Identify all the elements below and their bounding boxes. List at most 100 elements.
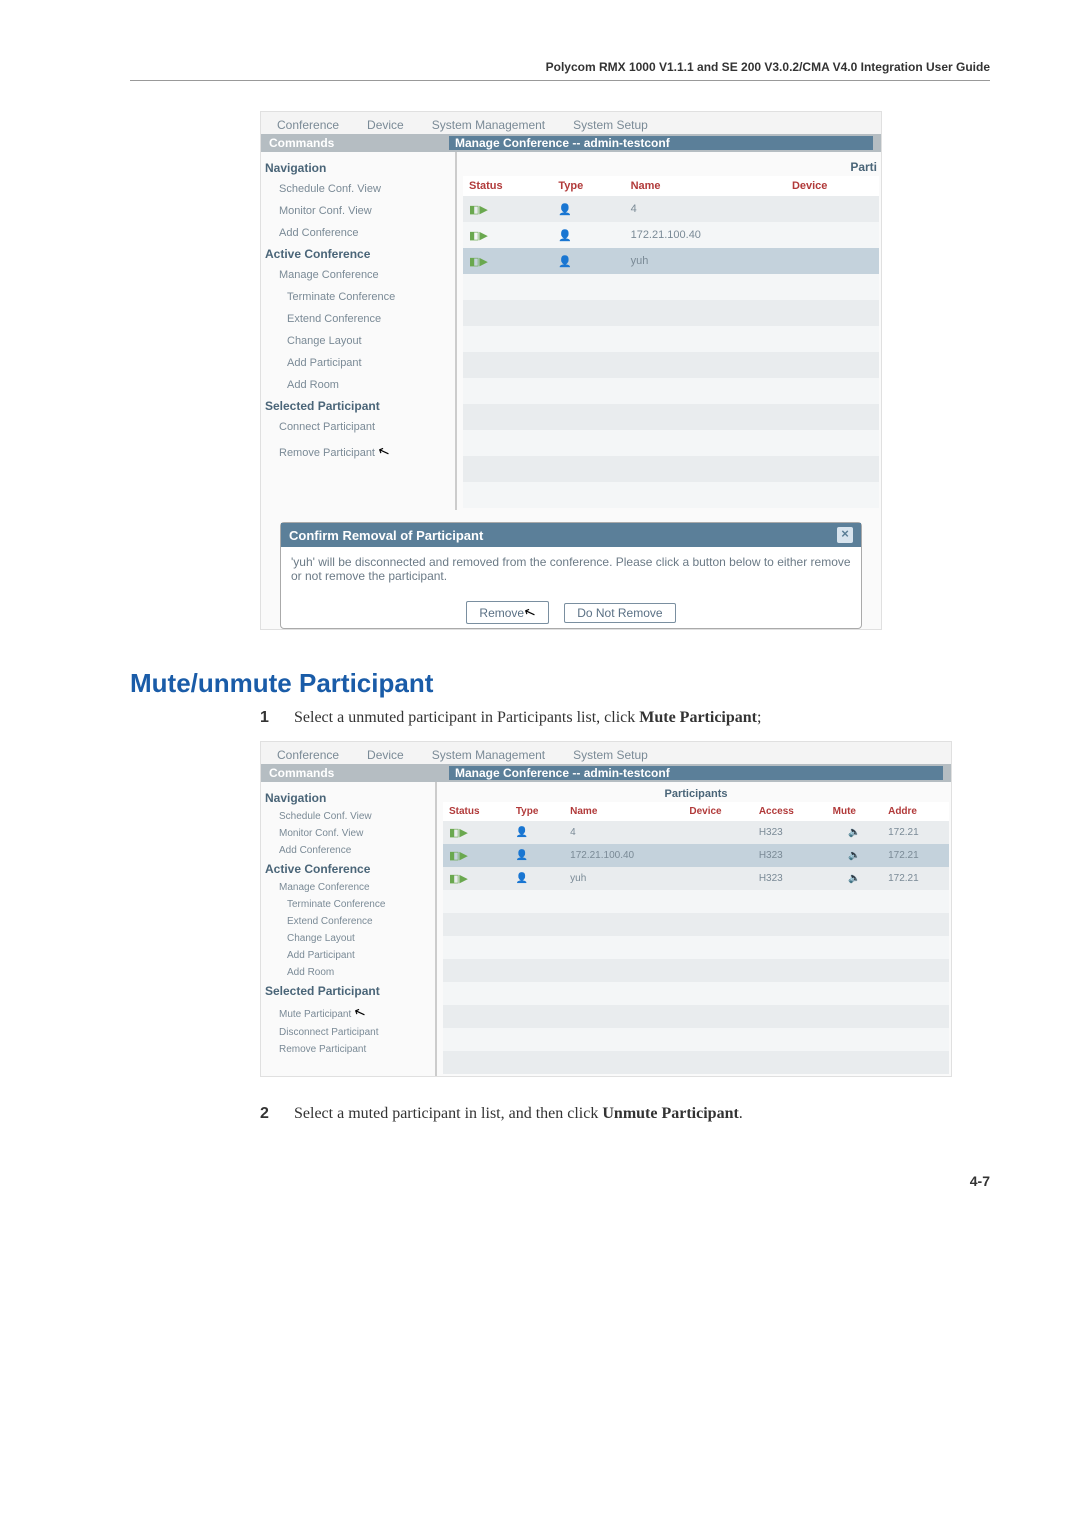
type-icon: 👤: [516, 827, 528, 838]
sidebar-item-monitor[interactable]: Monitor Conf. View: [261, 200, 451, 222]
participants-heading-trunc: Parti: [463, 158, 879, 176]
table-row[interactable]: ◧▶ 👤 yuh: [463, 248, 879, 274]
cell-addr: 172.21: [882, 867, 949, 890]
col-address[interactable]: Addre: [882, 802, 949, 821]
cell-access: H323: [753, 867, 827, 890]
sidebar-item-remove-participant[interactable]: Remove Participant ↖: [261, 438, 451, 465]
sidebar-item-add-participant[interactable]: Add Participant: [261, 947, 431, 964]
cursor-icon: ↖: [376, 442, 393, 462]
page-header: Polycom RMX 1000 V1.1.1 and SE 200 V3.0.…: [130, 60, 990, 81]
col-access[interactable]: Access: [753, 802, 827, 821]
close-icon[interactable]: ×: [837, 527, 853, 543]
type-icon: 👤: [516, 873, 528, 884]
sidebar-item-add-room[interactable]: Add Room: [261, 374, 451, 396]
sidebar-item-manage-conference[interactable]: Manage Conference: [261, 879, 431, 896]
section-title: Mute/unmute Participant: [130, 668, 990, 699]
status-icon: ◧▶: [449, 826, 468, 839]
cell-name: 4: [625, 196, 786, 222]
type-icon: 👤: [558, 256, 572, 268]
step-bold: Mute Participant: [639, 709, 757, 726]
participants-table: Status Type Name Device ◧▶ 👤 4 ◧▶ 👤: [463, 176, 879, 508]
screenshot-2: Conference Device System Management Syst…: [260, 741, 952, 1077]
step-text-post: .: [739, 1105, 743, 1122]
cell-addr: 172.21: [882, 844, 949, 867]
commands-label: Commands: [269, 766, 449, 780]
type-icon: 👤: [558, 230, 572, 242]
tab-conference[interactable]: Conference: [271, 116, 345, 134]
sidebar-item-monitor[interactable]: Monitor Conf. View: [261, 825, 431, 842]
step-text: Select a muted participant in list, and …: [294, 1105, 602, 1122]
sidebar-item-terminate[interactable]: Terminate Conference: [261, 286, 451, 308]
sidebar-section-active-conference: Active Conference: [261, 859, 431, 879]
participants-heading: Participants: [443, 788, 949, 802]
step-2: 2 Select a muted participant in list, an…: [260, 1105, 990, 1123]
sidebar-item-label: Remove Participant: [279, 447, 375, 459]
col-type[interactable]: Type: [552, 176, 624, 196]
sidebar-item-change-layout[interactable]: Change Layout: [261, 330, 451, 352]
sidebar-section-selected-participant: Selected Participant: [261, 981, 431, 1001]
col-name[interactable]: Name: [625, 176, 786, 196]
sidebar-item-terminate[interactable]: Terminate Conference: [261, 896, 431, 913]
tab-device[interactable]: Device: [361, 116, 410, 134]
sidebar: Navigation Schedule Conf. View Monitor C…: [261, 152, 457, 510]
do-not-remove-button[interactable]: Do Not Remove: [564, 603, 675, 623]
tab-system-setup[interactable]: System Setup: [567, 746, 654, 764]
manage-conference-title: Manage Conference -- admin-testconf: [449, 766, 943, 780]
step-1: 1 Select a unmuted participant in Partic…: [260, 709, 990, 727]
sidebar-item-add-room[interactable]: Add Room: [261, 964, 431, 981]
col-device[interactable]: Device: [683, 802, 752, 821]
type-icon: 👤: [558, 204, 572, 216]
sidebar-item-extend[interactable]: Extend Conference: [261, 913, 431, 930]
sidebar-item-mute-participant[interactable]: Mute Participant ↖: [261, 1001, 431, 1024]
sidebar-item-schedule[interactable]: Schedule Conf. View: [261, 178, 451, 200]
table-row[interactable]: ◧▶ 👤 4 H323 🔈 172.21: [443, 821, 949, 844]
sidebar-item-schedule[interactable]: Schedule Conf. View: [261, 808, 431, 825]
col-type[interactable]: Type: [510, 802, 564, 821]
sidebar-item-change-layout[interactable]: Change Layout: [261, 930, 431, 947]
mute-icon: 🔈: [848, 827, 860, 838]
col-status[interactable]: Status: [443, 802, 510, 821]
sidebar-item-connect-participant[interactable]: Connect Participant: [261, 416, 451, 438]
col-mute[interactable]: Mute: [827, 802, 882, 821]
tab-device[interactable]: Device: [361, 746, 410, 764]
col-device[interactable]: Device: [786, 176, 879, 196]
table-row[interactable]: ◧▶ 👤 172.21.100.40 H323 🔈 172.21: [443, 844, 949, 867]
nav-header: Navigation: [261, 158, 451, 178]
col-status[interactable]: Status: [463, 176, 552, 196]
cell-name: 4: [564, 821, 683, 844]
status-icon: ◧▶: [469, 255, 488, 268]
remove-button-label: Remove: [479, 606, 524, 620]
nav-header: Navigation: [261, 788, 431, 808]
manage-conference-title: Manage Conference -- admin-testconf: [449, 136, 873, 150]
status-icon: ◧▶: [449, 849, 468, 862]
table-row[interactable]: ◧▶ 👤 172.21.100.40: [463, 222, 879, 248]
sidebar-item-extend[interactable]: Extend Conference: [261, 308, 451, 330]
step-text: Select a unmuted participant in Particip…: [294, 709, 639, 726]
tab-system-management[interactable]: System Management: [426, 116, 551, 134]
step-number: 2: [260, 1105, 294, 1123]
sidebar-item-remove-participant[interactable]: Remove Participant: [261, 1041, 431, 1058]
sidebar-item-add-conference[interactable]: Add Conference: [261, 842, 431, 859]
tabs-row: Conference Device System Management Syst…: [261, 112, 881, 134]
status-icon: ◧▶: [469, 203, 488, 216]
table-row[interactable]: ◧▶ 👤 4: [463, 196, 879, 222]
sidebar: Navigation Schedule Conf. View Monitor C…: [261, 782, 437, 1076]
sidebar-section-selected-participant: Selected Participant: [261, 396, 451, 416]
tab-conference[interactable]: Conference: [271, 746, 345, 764]
type-icon: 👤: [516, 850, 528, 861]
cell-name: yuh: [564, 867, 683, 890]
sidebar-item-add-participant[interactable]: Add Participant: [261, 352, 451, 374]
tab-system-management[interactable]: System Management: [426, 746, 551, 764]
tab-system-setup[interactable]: System Setup: [567, 116, 654, 134]
sidebar-section-active-conference: Active Conference: [261, 244, 451, 264]
remove-button[interactable]: Remove↖: [466, 601, 548, 624]
sidebar-item-add-conference[interactable]: Add Conference: [261, 222, 451, 244]
step-bold: Unmute Participant: [602, 1105, 738, 1122]
cell-name: 172.21.100.40: [625, 222, 786, 248]
sidebar-item-manage-conference[interactable]: Manage Conference: [261, 264, 451, 286]
table-row[interactable]: ◧▶ 👤 yuh H323 🔈 172.21: [443, 867, 949, 890]
mute-icon: 🔈: [848, 873, 860, 884]
dialog-title: Confirm Removal of Participant: [289, 528, 483, 543]
col-name[interactable]: Name: [564, 802, 683, 821]
sidebar-item-disconnect-participant[interactable]: Disconnect Participant: [261, 1024, 431, 1041]
